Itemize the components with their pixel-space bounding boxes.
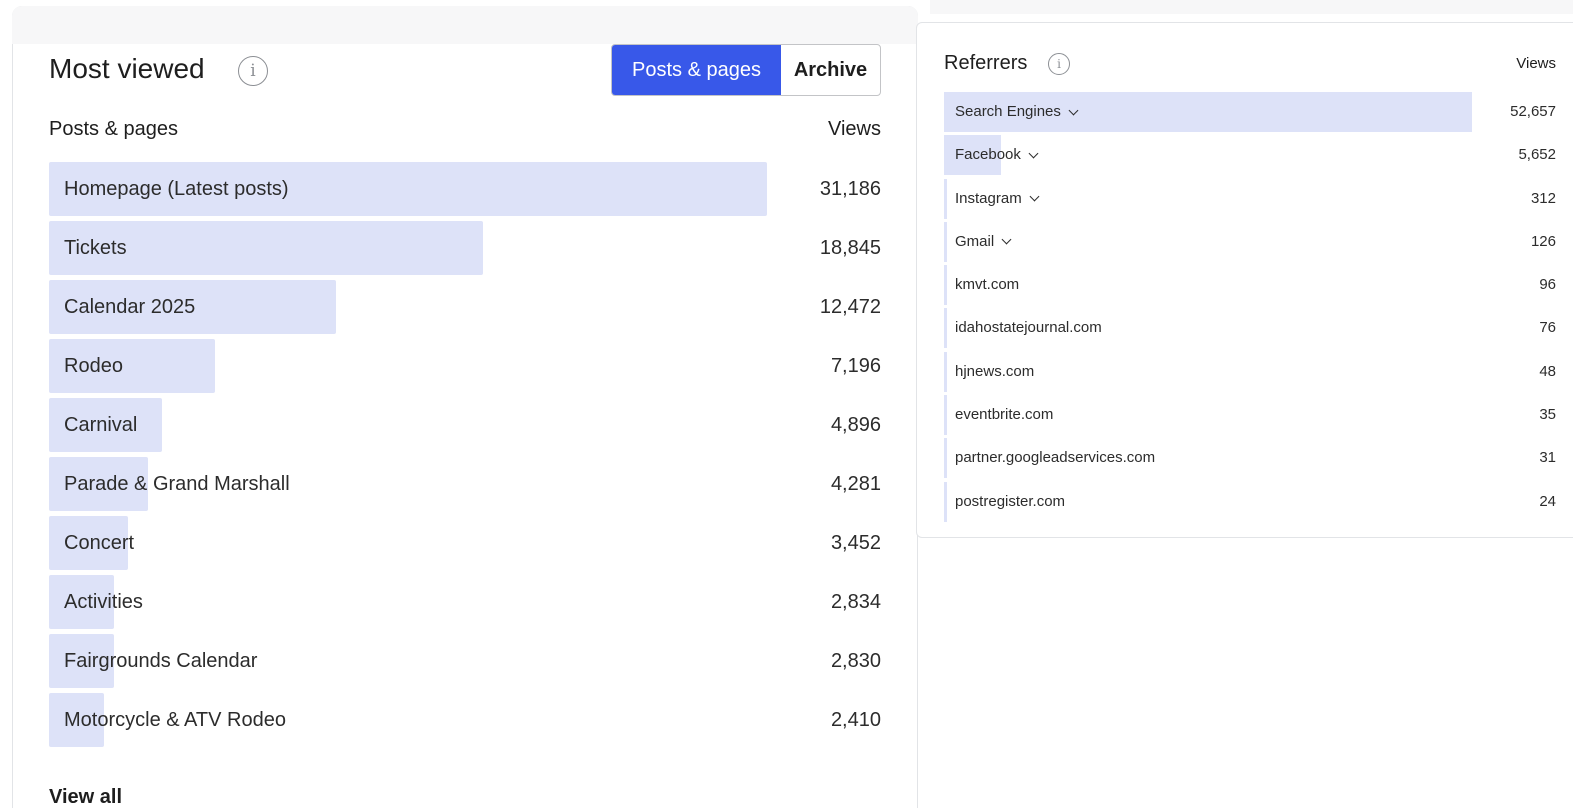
list-item[interactable]: Concert 3,452 xyxy=(49,516,881,570)
list-item[interactable]: kmvt.com 96 xyxy=(944,265,1556,306)
list-item[interactable]: hjnews.com 48 xyxy=(944,351,1556,392)
list-item-views: 18,845 xyxy=(819,237,881,259)
referrer-name: eventbrite.com xyxy=(955,406,1054,424)
referrer-name: hjnews.com xyxy=(955,362,1035,380)
list-item[interactable]: Motorcycle & ATV Rodeo 2,410 xyxy=(49,693,881,747)
list-item[interactable]: eventbrite.com 35 xyxy=(944,395,1556,436)
list-item-views: 4,896 xyxy=(830,414,881,436)
list-item-label[interactable]: Gmail xyxy=(955,222,1012,262)
list-item[interactable]: Gmail 126 xyxy=(944,221,1556,262)
chevron-down-icon[interactable] xyxy=(1029,191,1040,202)
list-item-label[interactable]: Instagram xyxy=(955,179,1040,219)
list-item-label[interactable]: Fairgrounds Calendar xyxy=(64,634,257,688)
chevron-down-icon[interactable] xyxy=(1028,148,1039,159)
tab-posts-pages[interactable]: Posts & pages xyxy=(612,45,781,95)
list-item-views: 2,410 xyxy=(830,709,881,731)
most-viewed-list: Homepage (Latest posts) 31,186 Tickets 18,8… xyxy=(49,162,881,752)
list-item-views: 31 xyxy=(1539,449,1556,467)
list-item-label[interactable]: Facebook xyxy=(955,135,1039,175)
list-item[interactable]: Instagram 312 xyxy=(944,178,1556,219)
chevron-down-icon[interactable] xyxy=(1001,234,1012,245)
list-item-views: 126 xyxy=(1530,232,1556,250)
list-item-label[interactable]: Motorcycle & ATV Rodeo xyxy=(64,693,286,747)
list-item-label: hjnews.com xyxy=(955,352,1034,392)
list-item-views: 35 xyxy=(1539,406,1556,424)
list-item-label[interactable]: Rodeo xyxy=(64,339,123,393)
views-bar xyxy=(944,221,947,262)
referrer-name: postregister.com xyxy=(955,492,1066,510)
view-all-link[interactable]: View all xyxy=(49,786,122,808)
list-item[interactable]: partner.googleadservices.com 31 xyxy=(944,438,1556,479)
list-item-views: 24 xyxy=(1539,492,1556,510)
list-item-views: 52,657 xyxy=(1510,103,1556,120)
referrers-list: Search Engines 52,657 Facebook 5,652 Instagr… xyxy=(944,92,1556,525)
list-item-label[interactable]: Parade & Grand Marshall xyxy=(64,457,290,511)
referrer-name: Search Engines xyxy=(955,103,1061,120)
column-header-views: Views xyxy=(1516,55,1556,72)
list-item-views: 5,652 xyxy=(1518,146,1556,164)
column-header-posts-pages: Posts & pages xyxy=(49,118,178,140)
list-item-views: 2,830 xyxy=(830,650,881,672)
list-item-label: postregister.com xyxy=(955,482,1065,522)
list-item[interactable]: Carnival 4,896 xyxy=(49,398,881,452)
list-item[interactable]: idahostatejournal.com 76 xyxy=(944,308,1556,349)
views-bar xyxy=(944,351,947,392)
referrer-name: kmvt.com xyxy=(955,276,1020,294)
list-item[interactable]: Search Engines 52,657 xyxy=(944,92,1556,132)
list-item-label[interactable]: Tickets xyxy=(64,221,127,275)
list-item-views: 2,834 xyxy=(830,591,881,613)
views-bar xyxy=(944,265,947,306)
list-item[interactable]: Calendar 2025 12,472 xyxy=(49,280,881,334)
views-bar xyxy=(944,178,947,219)
list-item-views: 4,281 xyxy=(830,473,881,495)
list-item[interactable]: Parade & Grand Marshall 4,281 xyxy=(49,457,881,511)
list-item-label: eventbrite.com xyxy=(955,395,1053,435)
list-item-views: 312 xyxy=(1530,189,1556,207)
column-header-views: Views xyxy=(828,118,881,140)
most-viewed-tabs: Posts & pages Archive xyxy=(611,44,881,96)
referrer-name: partner.googleadservices.com xyxy=(955,449,1156,467)
views-bar xyxy=(944,395,947,436)
tab-archive[interactable]: Archive xyxy=(781,45,880,95)
list-item-views: 96 xyxy=(1539,276,1556,294)
referrer-name: idahostatejournal.com xyxy=(955,319,1102,337)
list-item-views: 12,472 xyxy=(819,296,881,318)
list-item-views: 3,452 xyxy=(830,532,881,554)
list-item-label[interactable]: Homepage (Latest posts) xyxy=(64,162,289,216)
views-bar xyxy=(944,438,947,479)
views-bar xyxy=(944,308,947,349)
list-item[interactable]: Rodeo 7,196 xyxy=(49,339,881,393)
list-item-label[interactable]: Activities xyxy=(64,575,143,629)
views-bar xyxy=(944,481,947,522)
card-header-strip xyxy=(930,0,1573,14)
list-item[interactable]: Activities 2,834 xyxy=(49,575,881,629)
list-item-label: kmvt.com xyxy=(955,265,1019,305)
list-item[interactable]: Fairgrounds Calendar 2,830 xyxy=(49,634,881,688)
most-viewed-title: Most viewed xyxy=(49,53,205,84)
info-icon[interactable]: i xyxy=(238,56,268,86)
referrer-name: Gmail xyxy=(955,232,995,250)
referrers-title: Referrers xyxy=(944,52,1028,74)
referrer-name: Facebook xyxy=(955,146,1021,164)
list-item-label[interactable]: Concert xyxy=(64,516,134,570)
stats-page: Most viewed i Posts & pages Archive Post… xyxy=(0,0,1573,808)
info-icon[interactable]: i xyxy=(1048,53,1070,75)
list-item-views: 7,196 xyxy=(830,355,881,377)
card-header-strip xyxy=(12,6,918,44)
list-item[interactable]: Tickets 18,845 xyxy=(49,221,881,275)
list-item[interactable]: Homepage (Latest posts) 31,186 xyxy=(49,162,881,216)
list-item-label[interactable]: Carnival xyxy=(64,398,137,452)
chevron-down-icon[interactable] xyxy=(1068,105,1079,115)
list-item-views: 76 xyxy=(1539,319,1556,337)
list-item-label: idahostatejournal.com xyxy=(955,308,1102,348)
list-item-label[interactable]: Search Engines xyxy=(955,92,1079,132)
list-item-views: 48 xyxy=(1539,362,1556,380)
list-item-label: partner.googleadservices.com xyxy=(955,438,1155,478)
list-item[interactable]: Facebook 5,652 xyxy=(944,135,1556,176)
list-item-views: 31,186 xyxy=(819,178,881,200)
list-item[interactable]: postregister.com 24 xyxy=(944,481,1556,522)
referrer-name: Instagram xyxy=(955,189,1022,207)
list-item-label[interactable]: Calendar 2025 xyxy=(64,280,195,334)
